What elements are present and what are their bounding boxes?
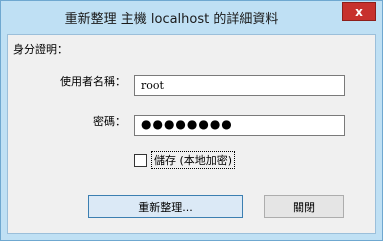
username-label: 使用者名稱： <box>60 75 126 88</box>
save-credentials-label[interactable]: 儲存 (本地加密) <box>151 151 236 169</box>
close-button[interactable]: 關閉 <box>264 195 344 218</box>
password-label: 密碼： <box>93 115 126 128</box>
close-icon[interactable]: x <box>342 2 376 21</box>
save-credentials-checkbox[interactable] <box>134 153 147 167</box>
title-bar[interactable]: 重新整理 主機 localhost 的詳細資料 x <box>1 1 382 31</box>
dialog-title: 重新整理 主機 localhost 的詳細資料 <box>64 12 279 27</box>
credentials-group-label: 身分證明： <box>13 43 68 56</box>
password-field[interactable]: ●●●●●●●● <box>134 115 345 136</box>
refresh-host-dialog: 重新整理 主機 localhost 的詳細資料 x 身分證明： 使用者名稱： r… <box>0 0 383 241</box>
refresh-button[interactable]: 重新整理... <box>88 195 243 218</box>
username-field[interactable]: root <box>134 75 345 96</box>
save-credentials-row[interactable]: 儲存 (本地加密) <box>134 151 236 169</box>
dialog-body: 身分證明： 使用者名稱： root 密碼： ●●●●●●●● 儲存 (本地加密)… <box>7 34 376 234</box>
